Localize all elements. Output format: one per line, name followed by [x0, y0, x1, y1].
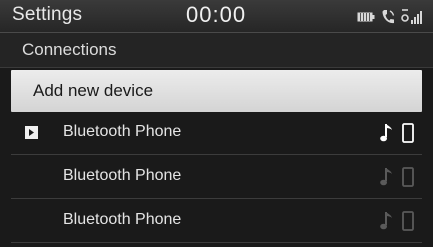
signal-icon — [401, 9, 423, 25]
status-icons — [357, 8, 423, 26]
device-name: Bluetooth Phone — [63, 167, 182, 184]
device-profile-icons — [380, 166, 414, 188]
device-row[interactable]: Bluetooth Phone — [11, 200, 422, 243]
section-header-connections: Connections — [0, 33, 433, 68]
battery-icon — [357, 11, 375, 23]
clock: 00:00 — [186, 2, 247, 27]
phone-icon — [402, 167, 414, 187]
device-profile-icons — [380, 210, 414, 232]
device-name: Bluetooth Phone — [63, 211, 182, 228]
settings-screen: Settings 00:00 Connections Add new devic… — [0, 0, 433, 247]
status-bar: Settings 00:00 — [0, 0, 433, 33]
device-profile-icons — [380, 122, 414, 144]
phone-icon — [402, 211, 414, 231]
connected-arrow-icon — [25, 126, 38, 139]
device-name: Bluetooth Phone — [63, 123, 182, 140]
music-note-icon — [380, 123, 394, 143]
add-new-device-label: Add new device — [33, 81, 154, 100]
screen-title: Settings — [12, 4, 83, 25]
device-row[interactable]: Bluetooth Phone — [11, 112, 422, 155]
music-note-icon — [380, 211, 394, 231]
music-note-icon — [380, 167, 394, 187]
device-row[interactable]: Bluetooth Phone — [11, 156, 422, 199]
add-new-device-button[interactable]: Add new device — [11, 70, 422, 112]
phone-call-icon — [381, 9, 395, 25]
phone-icon — [402, 123, 414, 143]
section-title: Connections — [22, 40, 117, 59]
